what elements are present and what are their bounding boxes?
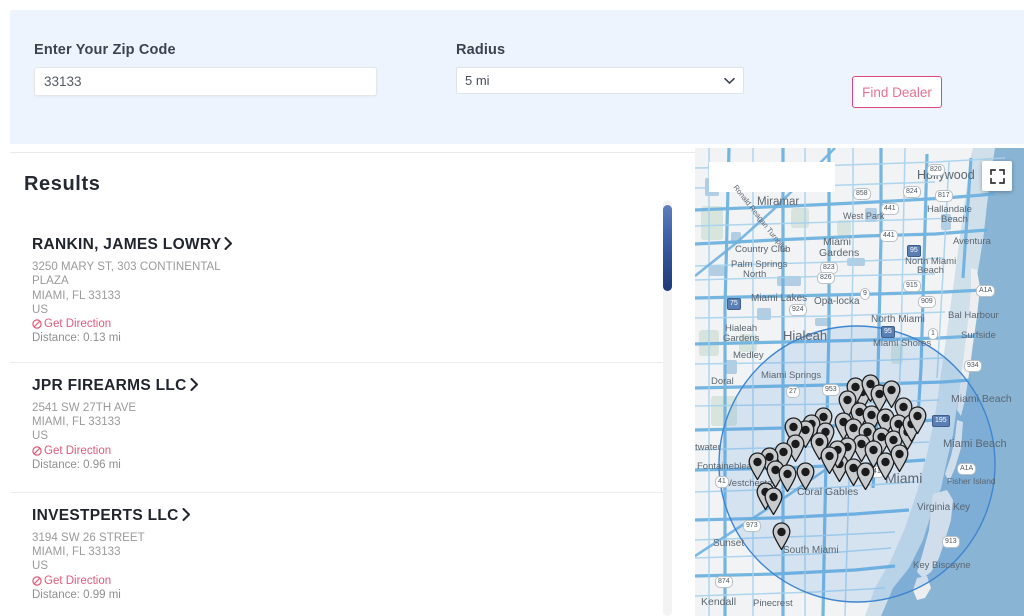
chevron-right-icon [190, 377, 199, 396]
get-direction-label: Get Direction [44, 574, 112, 587]
get-direction-link[interactable]: Get Direction [32, 444, 658, 458]
address-line: US [32, 560, 49, 573]
zip-code-field-group: Enter Your Zip Code [34, 42, 379, 96]
dealer-name-link[interactable]: RANKIN, JAMES LOWRY [32, 236, 233, 255]
find-dealer-button[interactable]: Find Dealer [852, 76, 942, 108]
zip-code-label: Enter Your Zip Code [34, 42, 176, 58]
results-heading: Results [24, 173, 101, 195]
get-direction-label: Get Direction [44, 444, 112, 457]
address-line: MIAMI, FL 33133 [32, 289, 121, 302]
radius-label: Radius [456, 42, 506, 58]
map-panel[interactable]: Hollywood Miramar West Park Hallandale Beach… [695, 148, 1024, 616]
dealer-address: 3194 SW 26 STREET MIAMI, FL 33133 US [32, 531, 658, 574]
dealer-name-link[interactable]: JPR FIREARMS LLC [32, 377, 199, 396]
result-item: JPR FIREARMS LLC 2541 SW 27TH AVE MIAMI, F… [10, 363, 672, 493]
results-list: RANKIN, JAMES LOWRY 3250 MARY ST, 303 CON… [10, 222, 672, 616]
address-line: PLAZA [32, 275, 69, 288]
radius-field-group: Radius 5 mi10 mi25 mi50 mi100 mi [456, 42, 744, 94]
map-overlay-blank-box [709, 162, 835, 192]
radius-select-wrapper: 5 mi10 mi25 mi50 mi100 mi [456, 67, 744, 94]
dealer-address: 2541 SW 27TH AVE MIAMI, FL 33133 US [32, 401, 658, 444]
search-panel: Enter Your Zip Code Radius 5 mi10 mi25 m… [10, 10, 1024, 144]
get-direction-link[interactable]: Get Direction [32, 317, 658, 331]
direction-compass-icon [32, 445, 42, 456]
dealer-address: 3250 MARY ST, 303 CONTINENTAL PLAZA MIAMI,… [32, 260, 658, 317]
get-direction-label: Get Direction [44, 318, 112, 331]
dealer-distance: Distance: 0.13 mi [32, 332, 121, 345]
results-scrollbar-thumb[interactable] [663, 205, 672, 291]
dealer-distance: Distance: 0.96 mi [32, 458, 121, 471]
get-direction-link[interactable]: Get Direction [32, 574, 658, 588]
address-line: MIAMI, FL 33133 [32, 546, 121, 559]
chevron-right-icon [182, 507, 191, 526]
fullscreen-icon[interactable] [982, 161, 1012, 191]
address-line: 3194 SW 26 STREET [32, 531, 145, 544]
direction-compass-icon [32, 319, 42, 329]
address-line: 3250 MARY ST, 303 CONTINENTAL [32, 261, 221, 273]
map-base-graphics [695, 148, 1024, 616]
result-item: RANKIN, JAMES LOWRY 3250 MARY ST, 303 CON… [10, 222, 672, 363]
direction-compass-icon [32, 575, 42, 586]
chevron-right-icon [224, 237, 233, 255]
zip-code-input[interactable] [34, 67, 377, 96]
address-line: 2541 SW 27TH AVE [32, 401, 137, 414]
dealer-distance: Distance: 0.99 mi [32, 588, 121, 601]
radius-select[interactable]: 5 mi10 mi25 mi50 mi100 mi [456, 67, 744, 94]
address-line: US [32, 430, 49, 443]
address-line: MIAMI, FL 33133 [32, 416, 121, 429]
dealer-locator-page: Enter Your Zip Code Radius 5 mi10 mi25 m… [0, 0, 1024, 616]
dealer-name-link[interactable]: INVESTPERTS LLC [32, 507, 191, 526]
result-item: INVESTPERTS LLC 3194 SW 26 STREET MIAMI, F… [10, 493, 672, 616]
address-line: US [32, 303, 49, 316]
results-panel: Results RANKIN, JAMES LOWRY 3250 MARY ST,… [10, 153, 672, 616]
